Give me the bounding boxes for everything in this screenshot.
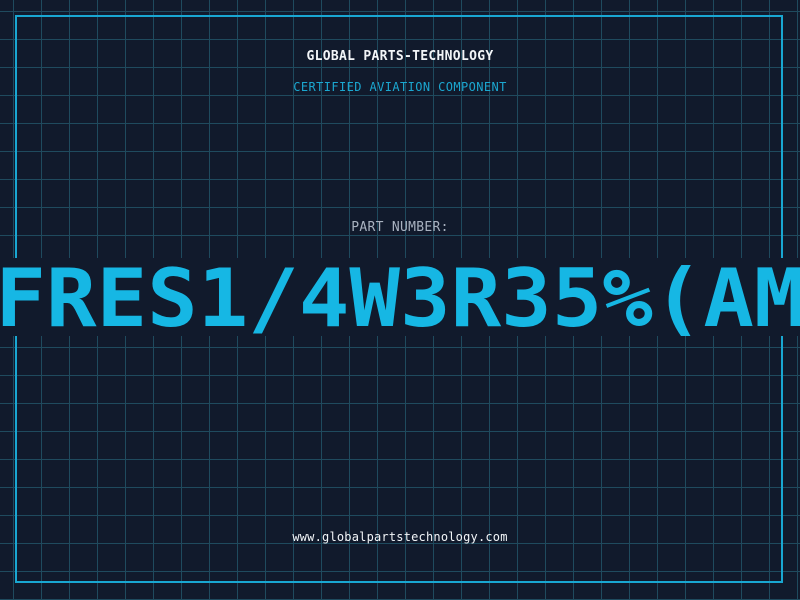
- part-number-band: /FRES1/4W3R35%(AMM: [0, 258, 800, 336]
- part-number-value: /FRES1/4W3R35%(AMM: [0, 258, 800, 337]
- certification-tagline: CERTIFIED AVIATION COMPONENT: [293, 80, 507, 94]
- part-number-label: PART NUMBER:: [351, 220, 449, 235]
- website-url: www.globalpartstechnology.com: [292, 530, 508, 544]
- company-name: GLOBAL PARTS-TECHNOLOGY: [306, 49, 494, 64]
